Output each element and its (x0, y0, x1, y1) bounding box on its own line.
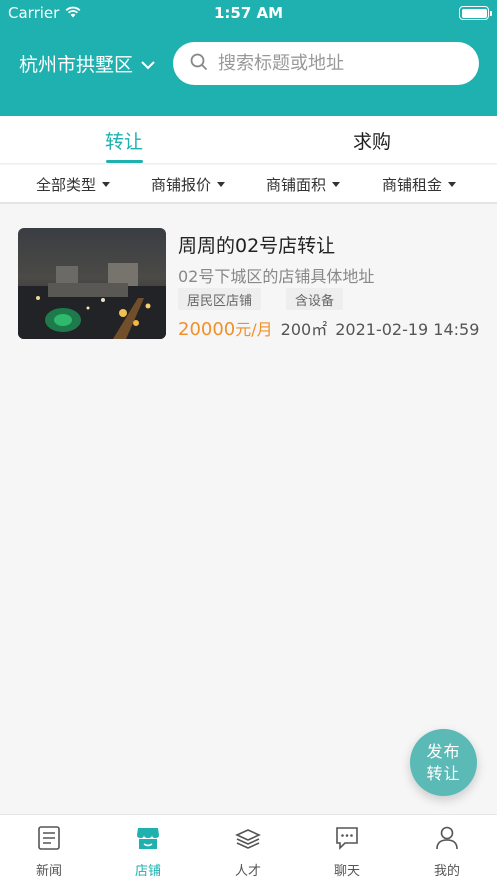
listing-tag: 居民区店铺 (178, 288, 262, 310)
listing-area: 200㎡ (280, 320, 328, 339)
tabbar-label: 聊天 (333, 864, 360, 879)
city-selector[interactable]: 杭州市拱墅区 (19, 50, 155, 77)
tabbar-item-talent[interactable]: 人才 (208, 825, 288, 880)
talent-icon (235, 825, 261, 855)
city-label: 杭州市拱墅区 (19, 54, 134, 76)
search-bar[interactable] (173, 42, 479, 85)
filter-bar: 全部类型 商铺报价 商铺面积 商铺租金 (0, 165, 497, 204)
caret-down-icon (102, 181, 111, 187)
fab-label-line2: 转让 (426, 763, 461, 783)
search-icon (190, 53, 208, 75)
tab-indicator (106, 160, 143, 163)
listing-tag: 含设备 (286, 288, 344, 310)
caret-down-icon (332, 181, 341, 187)
news-icon (36, 825, 62, 855)
filter-label: 商铺租金 (382, 175, 443, 194)
filter-quote[interactable]: 商铺报价 (151, 165, 226, 203)
tabbar-item-store[interactable]: 店铺 (108, 825, 188, 880)
chat-icon (334, 825, 360, 855)
listing-thumbnail (18, 228, 166, 339)
tab-purchase[interactable]: 求购 (248, 116, 496, 164)
filter-rent[interactable]: 商铺租金 (382, 165, 457, 203)
listing-meta: 20000 元/月 200㎡ 2021-02-19 14:59 (178, 316, 479, 340)
tabbar-label: 人才 (234, 864, 261, 879)
listing-price: 20000 (178, 319, 236, 340)
filter-label: 全部类型 (36, 175, 97, 194)
profile-icon (434, 825, 460, 855)
listing-datetime: 2021-02-19 14:59 (335, 320, 480, 339)
search-input[interactable] (218, 53, 468, 74)
bottom-tab-bar: 新闻 店铺 人才 聊天 我的 (0, 814, 497, 883)
tabbar-label: 新闻 (35, 864, 62, 879)
publish-transfer-button[interactable]: 发布 转让 (410, 729, 477, 796)
fab-label-line1: 发布 (426, 741, 461, 761)
status-bar: Carrier 1:57 AM (0, 0, 497, 28)
tabbar-item-news[interactable]: 新闻 (9, 825, 89, 880)
tabbar-item-profile[interactable]: 我的 (407, 825, 487, 880)
tabbar-label: 我的 (433, 864, 460, 879)
filter-label: 商铺报价 (151, 175, 212, 194)
caret-down-icon (217, 181, 226, 187)
listing-address: 02号下城区的店铺具体地址 (178, 267, 375, 286)
tabbar-item-chat[interactable]: 聊天 (307, 825, 387, 880)
tab-bar: 转让 求购 (0, 116, 497, 164)
tab-transfer[interactable]: 转让 (0, 116, 248, 164)
listing-title: 周周的02号店转让 (178, 235, 336, 257)
caret-down-icon (448, 181, 457, 187)
status-time: 1:57 AM (213, 4, 284, 22)
store-icon (135, 825, 161, 855)
tabbar-label: 店铺 (134, 864, 161, 879)
app-header: Carrier 1:57 AM 杭州市拱墅区 (0, 0, 497, 116)
listing-item[interactable]: 周周的02号店转让 02号下城区的店铺具体地址 居民区店铺 含设备 20000 … (18, 228, 488, 340)
battery-icon (459, 6, 492, 20)
filter-type[interactable]: 全部类型 (36, 165, 111, 203)
chevron-down-icon (141, 53, 155, 75)
listing-price-unit: 元/月 (235, 320, 273, 339)
filter-area[interactable]: 商铺面积 (266, 165, 341, 203)
filter-label: 商铺面积 (266, 175, 327, 194)
